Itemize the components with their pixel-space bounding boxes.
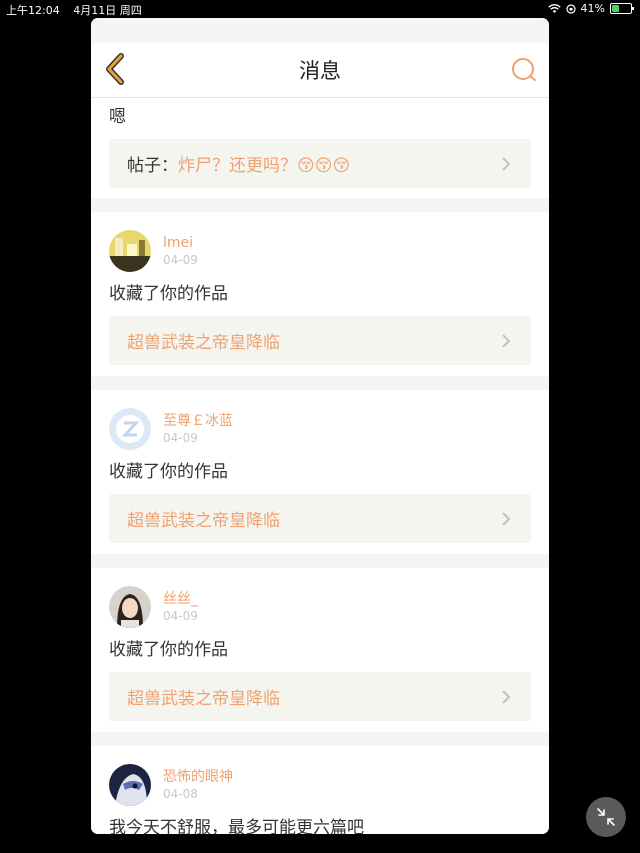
date: 04-09 xyxy=(163,253,198,267)
avatar[interactable] xyxy=(109,230,151,272)
reference-title: 超兽武装之帝皇降临 xyxy=(127,689,280,709)
message-text: 收藏了你的作品 xyxy=(109,284,228,304)
battery-level xyxy=(612,5,619,12)
message-text: 收藏了你的作品 xyxy=(109,640,228,660)
chevron-right-icon xyxy=(502,157,511,171)
messages-panel: 消息 嗯 帖子：炸尸？还更吗？😚😚😚 lmei 04-09 收藏了你的作品 超兽… xyxy=(91,18,549,834)
avatar[interactable] xyxy=(109,586,151,628)
exit-fullscreen-button[interactable] xyxy=(586,797,626,837)
reference-title: 炸尸？还更吗？😚😚😚 xyxy=(178,156,351,176)
panel-top-strip xyxy=(91,18,549,43)
post-reference-link[interactable]: 帖子：炸尸？还更吗？😚😚😚 xyxy=(109,139,531,188)
reference-title: 超兽武装之帝皇降临 xyxy=(127,511,280,531)
search-icon xyxy=(512,58,536,81)
battery-percent: 41% xyxy=(580,2,605,15)
date: 04-08 xyxy=(163,787,198,801)
separator xyxy=(91,732,549,746)
message-text: 收藏了你的作品 xyxy=(109,462,228,482)
avatar[interactable] xyxy=(109,764,151,806)
minimize-icon xyxy=(597,808,615,826)
avatar[interactable] xyxy=(109,408,151,450)
work-reference-link[interactable]: 超兽武装之帝皇降临 xyxy=(109,494,531,543)
work-reference-link[interactable]: 超兽武装之帝皇降临 xyxy=(109,316,531,365)
message-card: 嗯 帖子：炸尸？还更吗？😚😚😚 xyxy=(91,98,549,198)
date: 04-09 xyxy=(163,609,198,623)
notification-card: 丝丝_ 04-09 收藏了你的作品 超兽武装之帝皇降临 xyxy=(91,568,549,732)
reference-prefix: 帖子： xyxy=(127,156,178,176)
message-list: 嗯 帖子：炸尸？还更吗？😚😚😚 lmei 04-09 收藏了你的作品 超兽武装之… xyxy=(91,98,549,834)
username[interactable]: 恐怖的眼神 xyxy=(163,768,233,786)
status-date: 4月11日 周四 xyxy=(73,4,142,17)
status-time: 上午12:04 xyxy=(6,4,60,17)
separator xyxy=(91,554,549,568)
notification-card: 恐怖的眼神 04-08 我今天不舒服，最多可能更六篇吧 xyxy=(91,746,549,834)
reference-title: 超兽武装之帝皇降临 xyxy=(127,333,280,353)
status-bar: 上午12:04 4月11日 周四 41% xyxy=(0,0,640,18)
battery-icon xyxy=(610,3,634,14)
chevron-right-icon xyxy=(502,690,511,704)
username[interactable]: lmei xyxy=(163,234,198,252)
notification-card: lmei 04-09 收藏了你的作品 超兽武装之帝皇降临 xyxy=(91,212,549,376)
separator xyxy=(91,376,549,390)
separator xyxy=(91,198,549,212)
username[interactable]: 至尊￡冰蓝 xyxy=(163,412,233,430)
chevron-right-icon xyxy=(502,512,511,526)
orientation-lock-icon xyxy=(565,3,576,14)
message-text: 嗯 xyxy=(109,107,126,127)
username[interactable]: 丝丝_ xyxy=(163,590,198,608)
search-button[interactable] xyxy=(509,55,539,85)
date: 04-09 xyxy=(163,431,198,445)
page-title: 消息 xyxy=(299,59,341,83)
navbar: 消息 xyxy=(91,43,549,98)
wifi-icon xyxy=(547,3,561,13)
work-reference-link[interactable]: 超兽武装之帝皇降临 xyxy=(109,672,531,721)
chevron-right-icon xyxy=(502,334,511,348)
message-text: 我今天不舒服，最多可能更六篇吧 xyxy=(109,818,364,834)
notification-card: 至尊￡冰蓝 04-09 收藏了你的作品 超兽武装之帝皇降临 xyxy=(91,390,549,554)
